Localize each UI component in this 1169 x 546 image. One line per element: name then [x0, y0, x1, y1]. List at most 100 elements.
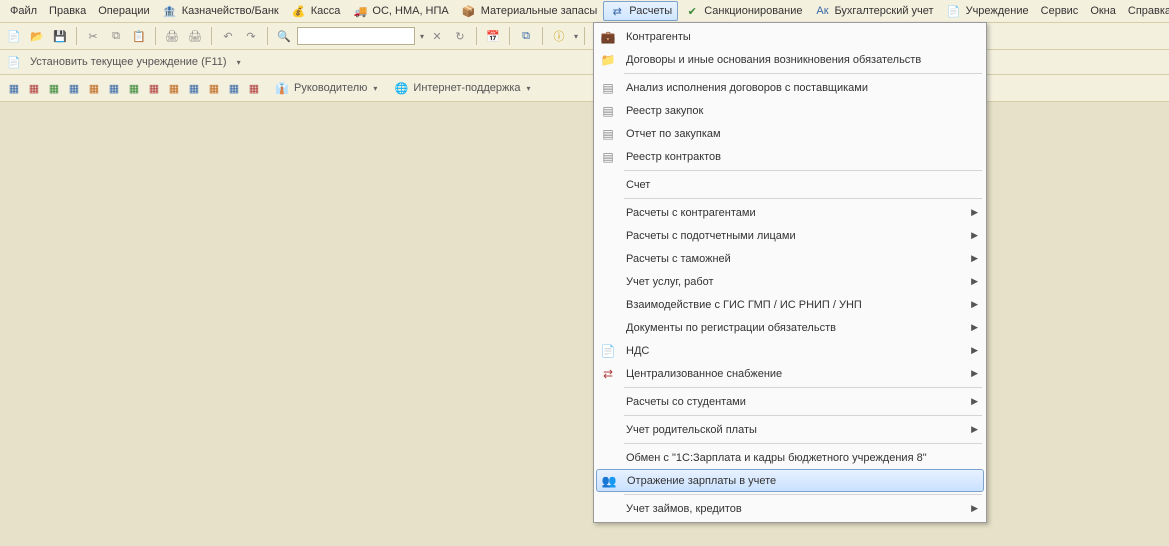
- menu-calculations[interactable]: ⇄ Расчеты: [603, 1, 678, 21]
- chevron-down-icon: ▾: [373, 84, 377, 93]
- internet-support-button[interactable]: 🌐 Интернет-поддержка ▾: [389, 78, 534, 98]
- new-button[interactable]: 📄: [4, 26, 24, 46]
- document-icon: 📄: [6, 54, 22, 70]
- mi-exchange-1c[interactable]: Обмен с "1С:Зарплата и кадры бюджетного …: [596, 446, 984, 469]
- menu-cash[interactable]: 💰 Касса: [285, 1, 347, 21]
- menu-operations[interactable]: Операции: [92, 3, 155, 19]
- mi-purchase-report[interactable]: ▤ Отчет по закупкам: [596, 122, 984, 145]
- menu-institution[interactable]: 📄 Учреждение: [940, 1, 1035, 21]
- panel-icon: ▦: [86, 80, 102, 96]
- save-button[interactable]: 💾: [50, 26, 70, 46]
- mi-analysis[interactable]: ▤ Анализ исполнения договоров с поставщи…: [596, 76, 984, 99]
- blank-icon: [598, 274, 618, 290]
- calendar-icon: 📅: [485, 28, 501, 44]
- submenu-arrow-icon: ▶: [971, 207, 978, 218]
- cut-button[interactable]: ✂: [83, 26, 103, 46]
- mi-with-counterparties[interactable]: Расчеты с контрагентами ▶: [596, 201, 984, 224]
- panel-btn-12[interactable]: ▦: [226, 80, 242, 96]
- info-icon: ⓘ: [551, 28, 567, 44]
- copy-button[interactable]: ⧉: [106, 26, 126, 46]
- refresh-button[interactable]: ↻: [450, 26, 470, 46]
- print-preview-button[interactable]: 🖨: [185, 26, 205, 46]
- menu-service[interactable]: Сервис: [1035, 3, 1085, 19]
- undo-button[interactable]: ↶: [218, 26, 238, 46]
- mi-central-supply[interactable]: ⇄ Централизованное снабжение ▶: [596, 362, 984, 385]
- panel-btn-11[interactable]: ▦: [206, 80, 222, 96]
- arrows-icon: ⇄: [609, 3, 625, 19]
- panel-btn-1[interactable]: ▦: [6, 80, 22, 96]
- panel-btn-10[interactable]: ▦: [186, 80, 202, 96]
- panel-btn-6[interactable]: ▦: [106, 80, 122, 96]
- report-icon: ▤: [598, 149, 618, 165]
- panel-btn-8[interactable]: ▦: [146, 80, 162, 96]
- open-folder-icon: 📂: [29, 28, 45, 44]
- panel-btn-2[interactable]: ▦: [26, 80, 42, 96]
- menu-inventory[interactable]: 📦 Материальные запасы: [455, 1, 604, 21]
- info-button[interactable]: ⓘ: [549, 26, 569, 46]
- mi-parental-fee[interactable]: Учет родительской платы ▶: [596, 418, 984, 441]
- mi-account[interactable]: Счет: [596, 173, 984, 196]
- briefcase-icon: 💼: [598, 29, 618, 45]
- print-icon: 🖨: [164, 28, 180, 44]
- redo-icon: ↷: [243, 28, 259, 44]
- menu-edit[interactable]: Правка: [43, 3, 92, 19]
- panel-btn-13[interactable]: ▦: [246, 80, 262, 96]
- menu-help[interactable]: Справка: [1122, 3, 1169, 19]
- menu-windows[interactable]: Окна: [1084, 3, 1122, 19]
- mi-vat[interactable]: 📄 НДС ▶: [596, 339, 984, 362]
- separator: [476, 27, 477, 45]
- window-button[interactable]: ⧉: [516, 26, 536, 46]
- paste-button[interactable]: 📋: [129, 26, 149, 46]
- panel-btn-5[interactable]: ▦: [86, 80, 102, 96]
- submenu-arrow-icon: ▶: [971, 396, 978, 407]
- to-manager-button[interactable]: 👔 Руководителю ▾: [270, 78, 381, 98]
- mi-loans-credits[interactable]: Учет займов, кредитов ▶: [596, 497, 984, 520]
- menu-sanctions[interactable]: ✔ Санкционирование: [678, 1, 808, 21]
- mi-purchase-registry[interactable]: ▤ Реестр закупок: [596, 99, 984, 122]
- institution-dropdown[interactable]: ▾: [237, 58, 241, 67]
- info-dropdown[interactable]: ▾: [574, 32, 578, 41]
- open-button[interactable]: 📂: [27, 26, 47, 46]
- report-icon: ▤: [598, 103, 618, 119]
- mi-obligation-docs[interactable]: Документы по регистрации обязательств ▶: [596, 316, 984, 339]
- mi-services-work[interactable]: Учет услуг, работ ▶: [596, 270, 984, 293]
- panel-btn-3[interactable]: ▦: [46, 80, 62, 96]
- separator: [542, 27, 543, 45]
- search-dropdown[interactable]: ▾: [420, 32, 424, 41]
- menu-separator: [624, 387, 982, 388]
- search-input[interactable]: [297, 27, 415, 45]
- menu-file[interactable]: Файл: [4, 3, 43, 19]
- panel-btn-4[interactable]: ▦: [66, 80, 82, 96]
- mi-with-customs[interactable]: Расчеты с таможней ▶: [596, 247, 984, 270]
- mi-salary-reflection[interactable]: 👥 Отражение зарплаты в учете: [596, 469, 984, 492]
- blank-icon: [598, 394, 618, 410]
- panel-btn-7[interactable]: ▦: [126, 80, 142, 96]
- mi-contracts[interactable]: 📁 Договоры и иные основания возникновени…: [596, 48, 984, 71]
- submenu-arrow-icon: ▶: [971, 299, 978, 310]
- panel-icon: ▦: [46, 80, 62, 96]
- panel-btn-9[interactable]: ▦: [166, 80, 182, 96]
- set-institution-button[interactable]: Установить текущее учреждение (F11): [26, 54, 231, 70]
- mi-counterparties[interactable]: 💼 Контрагенты: [596, 25, 984, 48]
- report-icon: ▤: [598, 80, 618, 96]
- clear-button[interactable]: ✕: [427, 26, 447, 46]
- print-button[interactable]: 🖨: [162, 26, 182, 46]
- redo-button[interactable]: ↷: [241, 26, 261, 46]
- mi-contract-registry[interactable]: ▤ Реестр контрактов: [596, 145, 984, 168]
- calendar-button[interactable]: 📅: [483, 26, 503, 46]
- mi-with-accountable[interactable]: Расчеты с подотчетными лицами ▶: [596, 224, 984, 247]
- window-icon: ⧉: [518, 28, 534, 44]
- menu-separator: [624, 443, 982, 444]
- mi-gis-gmp[interactable]: Взаимодействие с ГИС ГМП / ИС РНИП / УНП…: [596, 293, 984, 316]
- preview-icon: 🖨: [187, 28, 203, 44]
- find-button[interactable]: 🔍: [274, 26, 294, 46]
- blank-icon: [598, 320, 618, 336]
- submenu-arrow-icon: ▶: [971, 253, 978, 264]
- menu-separator: [624, 198, 982, 199]
- menu-treasury[interactable]: 🏦 Казначейство/Банк: [156, 1, 285, 21]
- menubar: Файл Правка Операции 🏦 Казначейство/Банк…: [0, 0, 1169, 23]
- clear-icon: ✕: [429, 28, 445, 44]
- menu-accounting[interactable]: Aк Бухгалтерский учет: [808, 1, 939, 21]
- menu-assets[interactable]: 🚚 ОС, НМА, НПА: [346, 1, 454, 21]
- mi-with-students[interactable]: Расчеты со студентами ▶: [596, 390, 984, 413]
